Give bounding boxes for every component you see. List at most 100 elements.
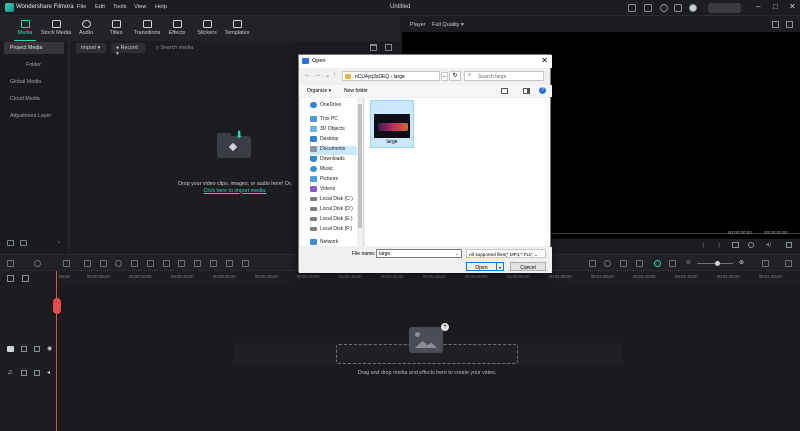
player-tab[interactable]: Player [410,22,426,28]
nav-scrollbar-thumb[interactable] [358,104,362,228]
quality-select[interactable]: Full Quality ▾ [432,22,464,28]
new-folder-icon[interactable] [7,240,14,246]
camera-icon[interactable] [748,242,754,248]
split-icon[interactable] [226,260,233,267]
snapshot-icon[interactable] [772,21,779,28]
sidebar-item-folder[interactable]: Folder [4,59,64,71]
mask-icon[interactable] [178,260,185,267]
track-settings-icon[interactable] [669,260,676,267]
menu-file[interactable]: File [77,4,86,10]
video-folder-icon[interactable] [21,346,27,352]
keyframe-icon[interactable] [194,260,201,267]
dialog-search-input[interactable]: ⌕ Search large [464,71,544,81]
transform-icon[interactable] [163,260,170,267]
monitor-icon[interactable] [732,242,739,248]
tree-item-onedrive[interactable]: OneDrive [310,102,362,111]
color-icon[interactable] [131,260,138,267]
tree-item-desktop[interactable]: Desktop [310,136,362,145]
tree-item-downloads[interactable]: Downloads [310,156,362,165]
help-icon[interactable]: ? [539,87,546,94]
layout-icon[interactable] [628,4,636,12]
speed-icon[interactable] [115,260,122,267]
upgrade-button[interactable] [708,3,741,13]
open-button[interactable]: Open [466,262,497,271]
add-track-icon[interactable] [7,275,14,282]
cancel-button[interactable]: Cancel [510,262,546,271]
import-folder-icon[interactable]: ⬇ [217,130,251,158]
up-arrow-icon[interactable]: ↑ [333,72,336,78]
address-bar[interactable]: nCU4yq3sDEQ › large [342,71,440,81]
timeline-grid-icon[interactable] [785,260,792,267]
tree-item-this-pc[interactable]: This PC [310,116,362,125]
zoom-in-icon[interactable]: ⊕ [739,259,744,266]
snap-icon[interactable] [654,260,661,267]
menu-help[interactable]: Help [155,4,167,10]
cloud-icon[interactable] [660,4,668,12]
tab-audio[interactable]: Audio [69,19,103,41]
tree-item-videos[interactable]: Videos [310,186,362,195]
more-icon[interactable] [242,260,249,267]
fullscreen-icon[interactable] [786,21,793,28]
sidebar-item-global-media[interactable]: Global Media [4,76,64,88]
tab-stickers[interactable]: Stickers [190,19,224,41]
playhead-handle[interactable] [53,298,61,314]
timeline-area[interactable]: + Drag and drop media and effects here t… [57,284,800,431]
tree-item-documents[interactable]: Documents [310,146,362,155]
address-segment[interactable]: nCU4yq3sDEQ [355,74,389,80]
maximize-icon[interactable]: □ [773,2,778,11]
playhead[interactable] [56,271,57,431]
prev-frame-icon[interactable]: ⟨ [702,242,704,249]
expand-icon[interactable] [786,242,792,248]
organize-button[interactable]: Organize ▾ [307,88,331,94]
tab-titles[interactable]: Titles [99,19,133,41]
audio-lock-icon[interactable] [34,370,40,376]
filter-icon[interactable] [370,44,377,51]
address-dropdown-icon[interactable]: ⌄ [441,72,448,81]
menu-view[interactable]: View [134,4,146,10]
dialog-close-icon[interactable]: ✕ [541,56,548,65]
marker-icon[interactable] [604,260,611,267]
preview-pane-icon[interactable] [523,88,530,94]
cut-icon[interactable] [84,260,91,267]
search-media-input[interactable]: ⌕ Search media [156,45,193,52]
add-media-icon[interactable]: + [441,323,449,331]
close-icon[interactable]: ✕ [789,2,796,11]
link-icon[interactable] [22,275,29,282]
recent-dropdown-icon[interactable]: ⌄ [325,72,330,79]
record-button[interactable]: ● Record ▾ [111,43,145,57]
tree-item-3d-objects[interactable]: 3D Objects [310,126,362,135]
address-segment[interactable]: large [394,74,405,80]
sidebar-item-project-media[interactable]: Project Media [4,42,64,54]
volume-icon[interactable]: ◂) [766,241,771,248]
audio-detach-icon[interactable] [147,260,154,267]
tree-item-local-disk-e[interactable]: Local Disk (E:) [310,216,362,225]
sidebar-item-cloud-media[interactable]: Cloud Media [4,93,64,105]
stabilize-icon[interactable] [210,260,217,267]
back-arrow-icon[interactable]: ← [304,72,310,78]
render-icon[interactable] [589,260,596,267]
tree-item-local-disk-d[interactable]: Local Disk (D:) [310,206,362,215]
sidebar-item-adjustment-layer[interactable]: Adjustment Layer [4,110,64,122]
open-dropdown-icon[interactable]: ▾ [497,262,504,271]
voiceover-icon[interactable] [636,260,643,267]
undo-icon[interactable] [34,260,41,267]
collapse-panel-icon[interactable]: ‹ [58,240,60,246]
folder-icon[interactable] [20,240,27,246]
tab-transitions[interactable]: Transitions [130,19,164,41]
import-button[interactable]: Import ▾ [76,43,106,53]
tree-item-local-disk-f[interactable]: Local Disk (F:) [310,226,362,235]
tree-item-music[interactable]: Music [310,166,362,175]
lock-icon[interactable] [34,346,40,352]
zoom-out-icon[interactable]: ⊖ [686,259,691,266]
tab-stock-media[interactable]: Stock Media [39,19,73,41]
forward-arrow-icon[interactable]: → [315,72,321,78]
play-icon[interactable]: ⟩ [718,242,720,249]
mic-icon[interactable] [620,260,627,267]
file-type-select[interactable]: All supported files(*.MP4;*.FLV; ⌄ [466,249,546,258]
grid-icon[interactable] [7,260,14,267]
menu-edit[interactable]: Edit [95,4,105,10]
grid-view-icon[interactable] [385,44,392,51]
zoom-slider-knob[interactable] [715,261,720,266]
avatar[interactable] [689,4,697,12]
audio-folder-icon[interactable] [21,370,27,376]
